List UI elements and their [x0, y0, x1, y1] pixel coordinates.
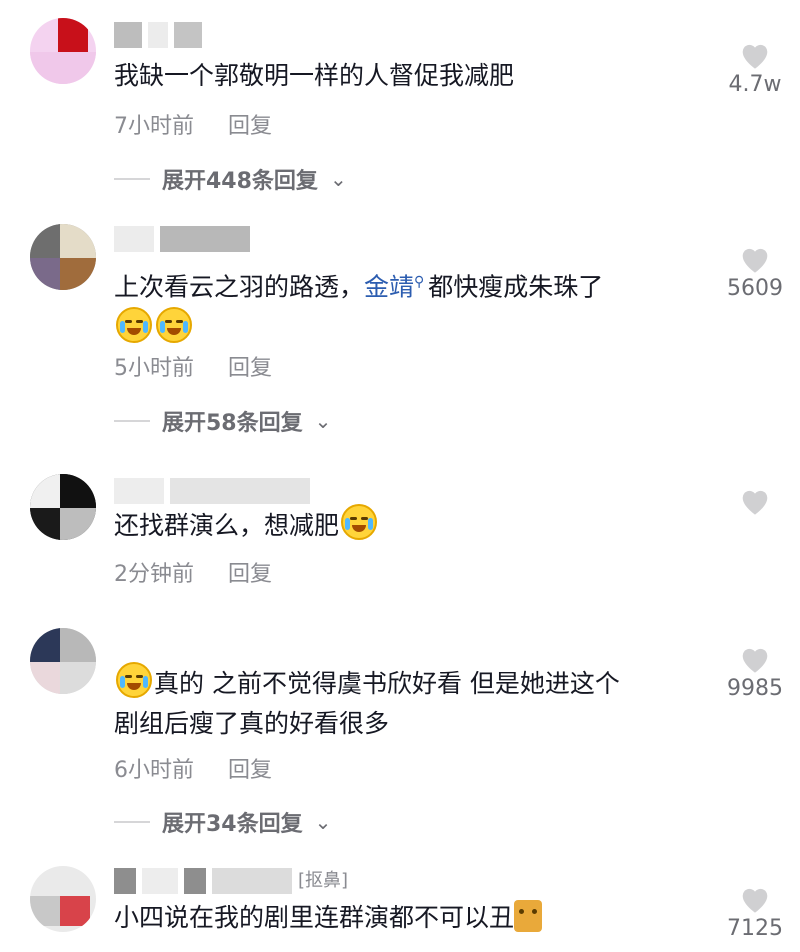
- like-button[interactable]: 4.7w: [712, 40, 798, 97]
- crying-laughing-emoji-icon: [116, 662, 152, 698]
- comment-time: 6小时前: [114, 758, 194, 783]
- comment-text-line2: 剧组后瘦了真的好看很多: [114, 709, 390, 738]
- expand-replies-button[interactable]: 展开34条回复 ⌄: [114, 806, 331, 838]
- comment-meta: 6小时前 回复: [114, 752, 272, 784]
- expand-replies-label: 展开58条回复: [162, 411, 303, 436]
- avatar[interactable]: [30, 224, 96, 290]
- comment-time: 7小时前: [114, 114, 194, 139]
- crying-laughing-emoji-icon: [116, 307, 152, 344]
- comment-text: 小四说在我的剧里连群演都不可以丑: [114, 898, 694, 938]
- username-blurred[interactable]: [114, 20, 202, 50]
- crying-laughing-emoji-icon: [341, 504, 378, 540]
- comment-text-part: 都快瘦成朱珠了: [428, 272, 604, 302]
- comment-text: 我缺一个郭敬明一样的人督促我减肥: [114, 61, 515, 90]
- like-count: 7125: [727, 916, 783, 941]
- search-icon[interactable]: ⚲: [414, 274, 424, 290]
- heart-icon: [742, 888, 768, 913]
- avatar[interactable]: [30, 474, 96, 540]
- comment-time: 5小时前: [114, 356, 194, 381]
- chevron-down-icon: ⌄: [314, 810, 332, 834]
- username-partial: [抠鼻]: [298, 870, 349, 891]
- comment-text-part: 上次看云之羽的路透，: [114, 272, 365, 302]
- comment-text-part: 小四说在我的剧里连群演都不可以丑: [114, 903, 515, 932]
- username-blurred[interactable]: [抠鼻]: [114, 866, 378, 896]
- expand-replies-label: 展开448条回复: [162, 169, 318, 194]
- cat-emoji-icon: [514, 900, 543, 932]
- reply-button[interactable]: 回复: [228, 556, 272, 588]
- expand-replies-button[interactable]: 展开58条回复 ⌄: [114, 405, 331, 437]
- like-button[interactable]: 7125: [712, 884, 798, 941]
- like-button[interactable]: 5609: [712, 244, 798, 301]
- heart-icon: [742, 490, 768, 515]
- comment-meta: 5小时前 回复: [114, 350, 272, 382]
- expand-replies-label: 展开34条回复: [162, 812, 303, 837]
- comment-text: 真的 之前不觉得虞书欣好看 但是她进这个 剧组后瘦了真的好看很多: [114, 662, 694, 744]
- mention-link[interactable]: 金靖: [364, 272, 414, 301]
- chevron-down-icon: ⌄: [314, 409, 332, 433]
- comment-time: 2分钟前: [114, 562, 194, 587]
- divider-line: [114, 420, 150, 422]
- comment-text-part: 还找群演么，想减肥: [114, 511, 340, 540]
- divider-line: [114, 821, 150, 823]
- expand-replies-button[interactable]: 展开448条回复 ⌄: [114, 163, 347, 195]
- username-blurred[interactable]: [114, 476, 310, 506]
- comment-meta: 2分钟前 回复: [114, 556, 272, 588]
- comment-meta: 7小时前 回复: [114, 108, 272, 140]
- reply-button[interactable]: 回复: [228, 350, 272, 382]
- heart-icon: [742, 44, 768, 69]
- divider-line: [114, 178, 150, 180]
- comment-text: 还找群演么，想减肥: [114, 504, 694, 546]
- like-button[interactable]: [712, 486, 798, 518]
- comment-text: 上次看云之羽的路透，金靖⚲ 都快瘦成朱珠了: [114, 262, 694, 349]
- reply-button[interactable]: 回复: [228, 108, 272, 140]
- like-button[interactable]: 9985: [712, 644, 798, 701]
- chevron-down-icon: ⌄: [329, 167, 347, 191]
- like-count: 9985: [727, 676, 783, 701]
- avatar[interactable]: [30, 628, 96, 694]
- heart-icon: [742, 648, 768, 673]
- crying-laughing-emoji-icon: [156, 307, 192, 344]
- heart-icon: [742, 248, 768, 273]
- reply-button[interactable]: 回复: [228, 752, 272, 784]
- comment-text-line1: 真的 之前不觉得虞书欣好看 但是她进这个: [154, 669, 620, 698]
- avatar[interactable]: [30, 18, 96, 84]
- like-count: 5609: [727, 276, 783, 301]
- username-blurred[interactable]: [114, 224, 250, 254]
- like-count: 4.7w: [728, 72, 782, 97]
- avatar[interactable]: [30, 866, 96, 932]
